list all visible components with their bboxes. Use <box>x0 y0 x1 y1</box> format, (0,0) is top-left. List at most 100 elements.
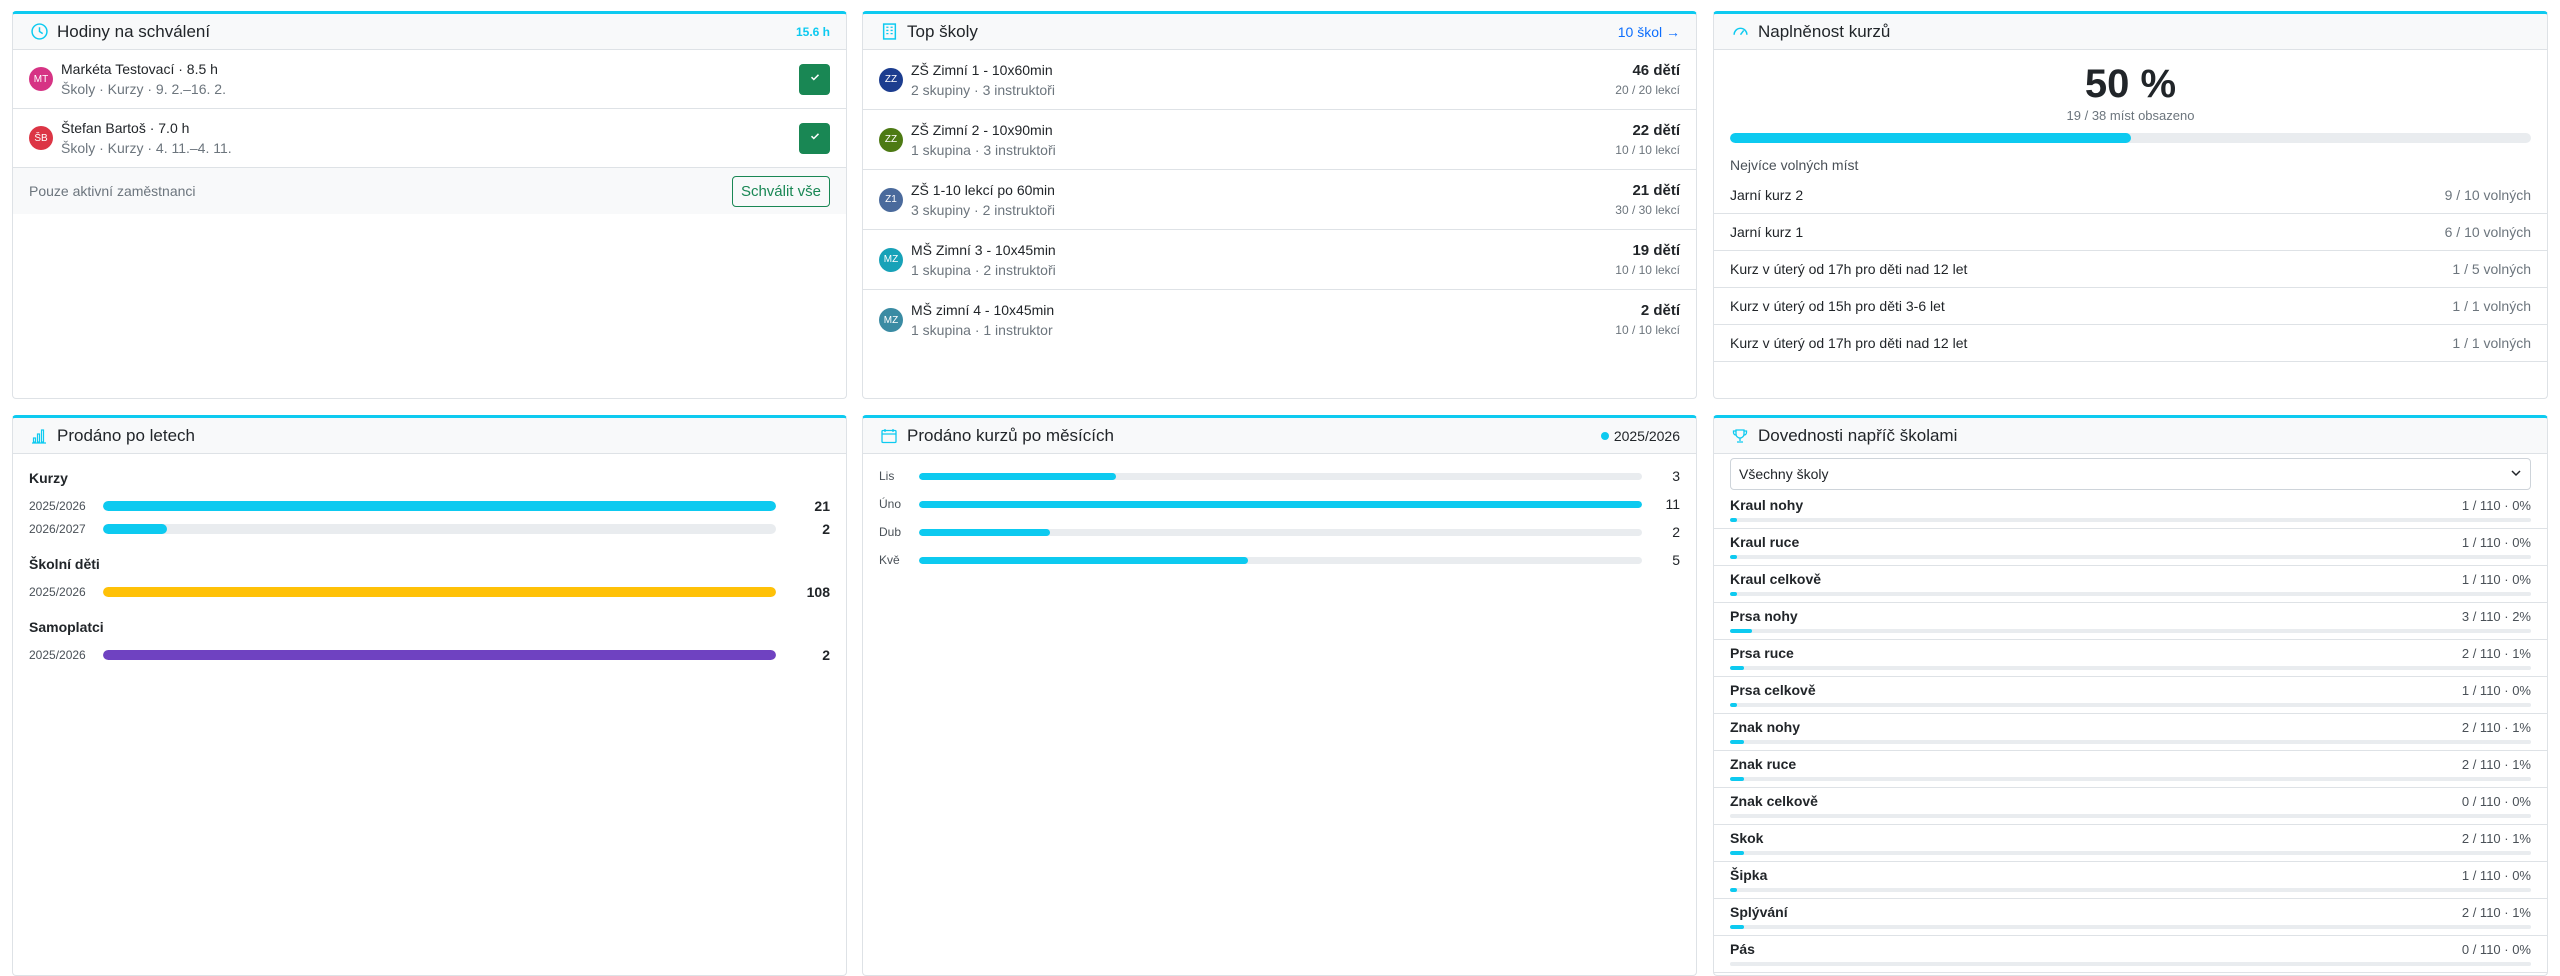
school-select-value: Všechny školy <box>1739 466 1829 482</box>
skill-bar-fill <box>1730 592 1738 596</box>
skill-row: Znak nohy 2 / 110 · 1% <box>1714 714 2547 751</box>
school-row[interactable]: MZ MŠ zimní 4 - 10x45min 1 skupina · 1 ins… <box>863 290 1696 350</box>
approve-button[interactable] <box>799 122 830 154</box>
month-row: Úno 11 <box>863 490 1696 518</box>
year-value: 21 <box>814 497 830 514</box>
skill-row: Znak celkově 0 / 110 · 0% <box>1714 788 2547 825</box>
skill-row: Prsa celkově 1 / 110 · 0% <box>1714 677 2547 714</box>
skill-value: 1 / 110 · 0% <box>2461 682 2531 698</box>
trophy-icon <box>1730 426 1750 446</box>
skill-header: Znak ruce 2 / 110 · 1% <box>1730 751 2531 777</box>
school-name: MŠ Zimní 3 - 10x45min <box>911 241 1056 258</box>
school-stats: 2 dětí 10 / 10 lekcí <box>1615 301 1680 339</box>
approvals-footer-text: Pouze aktivní zaměstnanci <box>29 183 196 199</box>
skill-row: Prsa nohy 3 / 110 · 2% <box>1714 603 2547 640</box>
course-name: Jarní kurz 2 <box>1730 187 1804 203</box>
skill-bar <box>1730 740 2531 744</box>
skill-header: Pás 0 / 110 · 0% <box>1730 936 2531 962</box>
sold-months-header: Prodáno kurzů po měsících 2025/2026 <box>863 418 1696 454</box>
schools-link[interactable]: 10 škol → <box>1618 24 1680 40</box>
skill-bar <box>1730 666 2531 670</box>
skill-name: Pás <box>1730 941 1755 957</box>
skill-name: Kraul celkově <box>1730 571 1822 587</box>
sold-group-title: Samoplatci <box>29 619 104 635</box>
skill-header: Znak nohy 2 / 110 · 1% <box>1730 714 2531 740</box>
skill-name: Prsa celkově <box>1730 682 1816 698</box>
skill-name: Skok <box>1730 830 1764 846</box>
skills-header: Dovednosti napříč školami <box>1714 418 2547 454</box>
approvals-card: Hodiny na schválení 15.6 h MT Markéta Tes… <box>12 11 847 399</box>
skill-bar <box>1730 962 2531 966</box>
skill-name: Znak nohy <box>1730 719 1801 735</box>
skill-row: Pás 0 / 110 · 0% <box>1714 936 2547 973</box>
skills-list: Kraul nohy 1 / 110 · 0% Kraul ruce 1 / 110 … <box>1714 492 2547 973</box>
school-kids: 22 dětí <box>1632 121 1680 139</box>
skill-name: Šipka <box>1730 867 1768 883</box>
school-row[interactable]: ZZ ZŠ Zimní 2 - 10x90min 1 skupina · 3 ins… <box>863 110 1696 170</box>
year-label: 2025/2026 <box>29 584 86 599</box>
skill-bar-fill <box>1730 851 1745 855</box>
skill-value: 1 / 110 · 0% <box>2461 867 2531 883</box>
skill-row: Skok 2 / 110 · 1% <box>1714 825 2547 862</box>
approve-button[interactable] <box>799 63 830 95</box>
skill-bar-fill <box>1730 518 1738 522</box>
free-places-title: Nejvíce volných míst <box>1730 157 1859 173</box>
school-name: ZŠ Zimní 2 - 10x90min <box>911 121 1053 138</box>
sold-months-list: Lis 3 Úno 11 Dub 2 Kvě 5 <box>863 462 1696 574</box>
year-bar-fill <box>103 523 168 534</box>
school-subtitle: 2 skupiny · 3 instruktoři <box>911 81 1055 98</box>
skill-value: 2 / 110 · 1% <box>2461 830 2531 846</box>
school-info: MŠ Zimní 3 - 10x45min 1 skupina · 2 instr… <box>911 240 1615 280</box>
year-row: 2026/2027 2 <box>29 517 830 540</box>
free-place-row: Jarní kurz 1 6 / 10 volných <box>1714 214 2547 251</box>
bar-chart-icon <box>29 426 49 446</box>
approve-all-button[interactable]: Schválit vše <box>731 175 830 207</box>
month-label: Dub <box>879 525 902 539</box>
free-place-row: Kurz v úterý od 17h pro děti nad 12 let 1… <box>1714 325 2547 362</box>
school-stats: 19 dětí 10 / 10 lekcí <box>1615 241 1680 279</box>
skill-bar-fill <box>1730 703 1738 707</box>
sold-group-title: Školní děti <box>29 556 100 572</box>
school-row[interactable]: Z1 ZŠ 1-10 lekcí po 60min 3 skupiny · 2 in… <box>863 170 1696 230</box>
sold-years-list: Kurzy 2025/2026 21 2026/2027 2 Školní děti 202… <box>13 470 846 666</box>
school-row[interactable]: MZ MŠ Zimní 3 - 10x45min 1 skupina · 2 ins… <box>863 230 1696 290</box>
gauge-icon <box>1730 22 1750 42</box>
skill-bar <box>1730 703 2531 707</box>
free-places-list: Jarní kurz 2 9 / 10 volných Jarní kurz 1 6 … <box>1714 177 2547 362</box>
month-bar <box>919 528 1642 536</box>
skill-header: Znak celkově 0 / 110 · 0% <box>1730 788 2531 814</box>
skill-bar-fill <box>1730 666 1745 670</box>
skill-value: 1 / 110 · 0% <box>2461 571 2531 587</box>
free-place-row: Jarní kurz 2 9 / 10 volných <box>1714 177 2547 214</box>
avatar: MT <box>29 67 53 91</box>
year-bar-fill <box>103 500 776 511</box>
month-bar-fill <box>919 556 1248 564</box>
skill-bar <box>1730 592 2531 596</box>
month-bar-fill <box>919 528 1051 536</box>
skills-card: Dovednosti napříč školami Všechny školy … <box>1713 415 2548 976</box>
month-row: Lis 3 <box>863 462 1696 490</box>
school-select[interactable]: Všechny školy <box>1730 458 2531 490</box>
school-row[interactable]: ZZ ZŠ Zimní 1 - 10x60min 2 skupiny · 3 ins… <box>863 50 1696 110</box>
capacity-percent: 50 % <box>2084 62 2177 106</box>
skill-bar <box>1730 518 2531 522</box>
year-value: 2 <box>822 646 830 663</box>
free-count: 1 / 1 volných <box>2452 298 2531 314</box>
school-lessons: 10 / 10 lekcí <box>1615 142 1680 157</box>
skill-row: Kraul nohy 1 / 110 · 0% <box>1714 492 2547 529</box>
school-kids: 46 dětí <box>1632 61 1680 79</box>
skill-value: 2 / 110 · 1% <box>2461 719 2531 735</box>
free-place-row: Kurz v úterý od 17h pro děti nad 12 let 1… <box>1714 251 2547 288</box>
skill-value: 0 / 110 · 0% <box>2461 793 2531 809</box>
skill-header: Kraul nohy 1 / 110 · 0% <box>1730 492 2531 518</box>
skill-bar <box>1730 925 2531 929</box>
free-count: 6 / 10 volných <box>2444 224 2531 240</box>
skills-title: Dovednosti napříč školami <box>1758 425 1958 445</box>
year-row: 2025/2026 108 <box>29 580 830 603</box>
approval-row: MT Markéta Testovací · 8.5 h Školy · Kurzy… <box>13 50 846 109</box>
capacity-progress-bar <box>1730 133 2531 143</box>
skill-name: Znak celkově <box>1730 793 1818 809</box>
month-value: 11 <box>1665 496 1680 512</box>
skill-value: 2 / 110 · 1% <box>2461 645 2531 661</box>
approvals-total: 15.6 h <box>795 24 830 39</box>
